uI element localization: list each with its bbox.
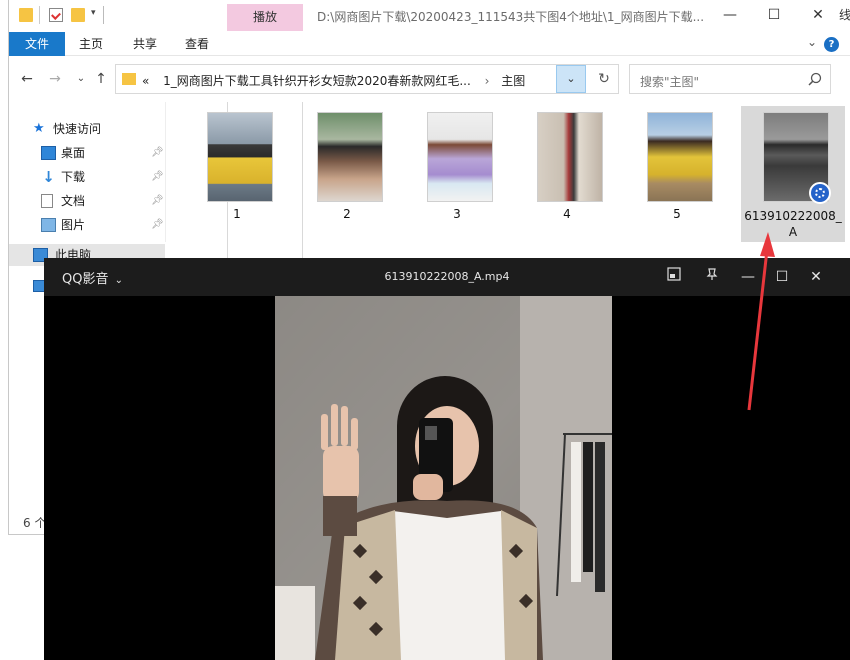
image-thumbnail (427, 112, 493, 202)
chevron-down-icon[interactable]: ⌄ (807, 35, 817, 49)
tab-share[interactable]: 共享 (125, 32, 165, 56)
qat-dropdown-icon[interactable]: ▾ (91, 8, 96, 18)
folder-icon (122, 73, 136, 85)
file-name: 5 (673, 207, 681, 221)
sidebar-item-label: 下载 (61, 170, 86, 184)
divider (39, 6, 40, 24)
maximize-button[interactable]: ☐ (772, 267, 792, 287)
sidebar-item-quick-access[interactable]: ★ 快速访问 (9, 118, 165, 140)
refresh-icon[interactable]: ↻ (590, 65, 618, 93)
maximize-button[interactable]: ☐ (761, 4, 787, 26)
file-name: 1 (233, 207, 241, 221)
help-icon[interactable]: ? (824, 37, 839, 52)
desktop-icon (41, 146, 56, 160)
file-item[interactable]: 2 (295, 106, 399, 242)
sidebar-item-pictures[interactable]: 图片 📌︎ (9, 214, 165, 236)
pin-icon[interactable]: 📌︎ (151, 142, 164, 164)
breadcrumb: « 1_网商图片下载工具针织开衫女短款2020春新款网红毛... › 主图 (142, 72, 525, 89)
sidebar-item-label: 图片 (61, 218, 86, 232)
image-thumbnail (537, 112, 603, 202)
breadcrumb-current[interactable]: 主图 (501, 74, 525, 88)
file-item[interactable]: 5 (625, 106, 729, 242)
sidebar-item-label: 桌面 (61, 146, 86, 160)
divider (103, 6, 104, 24)
mini-mode-icon[interactable] (664, 267, 684, 287)
file-name: 4 (563, 207, 571, 221)
ribbon-tabs: 文件 主页 共享 查看 视频工具 ⌄ ? (9, 32, 850, 434)
title-bar: ▾ 播放 D:\网商图片下载\20200423_111543共下图4个地址\1_… (9, 0, 850, 32)
file-item[interactable]: 4 (515, 106, 619, 242)
tab-home[interactable]: 主页 (71, 32, 111, 56)
file-item[interactable]: 3 (405, 106, 509, 242)
video-frame[interactable] (275, 296, 612, 660)
new-folder-icon[interactable] (71, 8, 85, 22)
file-item[interactable]: 1 (185, 106, 289, 242)
recent-dropdown-icon[interactable]: ⌄ (71, 69, 91, 89)
qq-player-badge-icon (809, 182, 831, 204)
search-input[interactable]: 搜索"主图" (629, 64, 831, 94)
navigation-bar: ← → ⌄ ↑ « 1_网商图片下载工具针织开衫女短款2020春新款网红毛...… (9, 56, 850, 102)
file-item-selected[interactable]: 613910222008_A (741, 106, 845, 242)
folder-icon (19, 8, 33, 22)
pin-icon[interactable]: 📌︎ (151, 214, 164, 236)
tab-contextual-play[interactable]: 播放 (227, 4, 303, 31)
image-thumbnail (317, 112, 383, 202)
sidebar-item-label: 快速访问 (53, 122, 102, 136)
address-dropdown-button[interactable]: ⌄ (556, 65, 586, 93)
tab-view[interactable]: 查看 (177, 32, 217, 56)
player-title-bar: QQ影音 ⌄ 613910222008_A.mp4 — ☐ ✕ (44, 258, 850, 296)
pictures-icon (41, 218, 56, 232)
sidebar-item-downloads[interactable]: ↓ 下载 📌︎ (9, 166, 165, 188)
minimize-button[interactable]: — (717, 4, 743, 26)
download-icon: ↓ (42, 168, 55, 186)
image-thumbnail (207, 112, 273, 202)
star-icon: ★ (33, 121, 45, 136)
document-icon (41, 194, 53, 208)
file-name: 613910222008_A (744, 209, 842, 239)
address-bar[interactable]: « 1_网商图片下载工具针织开衫女短款2020春新款网红毛... › 主图 ⌄ … (115, 64, 619, 94)
search-placeholder: 搜索"主图" (640, 75, 700, 89)
breadcrumb-folder[interactable]: 1_网商图片下载工具针织开衫女短款2020春新款网红毛... (163, 74, 471, 88)
search-icon[interactable] (808, 72, 822, 86)
file-name: 2 (343, 207, 351, 221)
sidebar-item-documents[interactable]: 文档 📌︎ (9, 190, 165, 212)
edge-clipped-text: 线 (839, 8, 850, 22)
status-item-count: 6 个 (23, 516, 47, 530)
close-button[interactable]: ✕ (806, 267, 826, 287)
breadcrumb-separator[interactable]: › (485, 74, 490, 88)
pin-icon[interactable]: 📌︎ (151, 190, 164, 212)
sidebar-item-desktop[interactable]: 桌面 📌︎ (9, 142, 165, 164)
video-player-window: QQ影音 ⌄ 613910222008_A.mp4 — ☐ ✕ (44, 258, 850, 660)
up-arrow-icon[interactable]: ↑ (91, 69, 111, 89)
video-still (275, 296, 612, 660)
sidebar-item-label: 文档 (61, 194, 86, 208)
tab-file[interactable]: 文件 (9, 32, 65, 56)
breadcrumb-overflow[interactable]: « (142, 74, 149, 88)
forward-arrow-icon[interactable]: → (45, 69, 65, 89)
window-title: D:\网商图片下载\20200423_111543共下图4个地址\1_网商图片下… (317, 10, 705, 24)
close-button[interactable]: ✕ (805, 4, 831, 26)
file-name: 3 (453, 207, 461, 221)
minimize-button[interactable]: — (738, 267, 758, 287)
pin-on-top-icon[interactable] (702, 267, 722, 287)
image-thumbnail (647, 112, 713, 202)
player-file-title: 613910222008_A.mp4 (384, 270, 510, 283)
pin-icon[interactable]: 📌︎ (151, 166, 164, 188)
file-list: 1 2 3 4 5 613910222008_A (169, 102, 850, 252)
back-arrow-icon[interactable]: ← (17, 69, 37, 89)
properties-icon[interactable] (49, 8, 63, 22)
pane-divider (165, 102, 166, 242)
